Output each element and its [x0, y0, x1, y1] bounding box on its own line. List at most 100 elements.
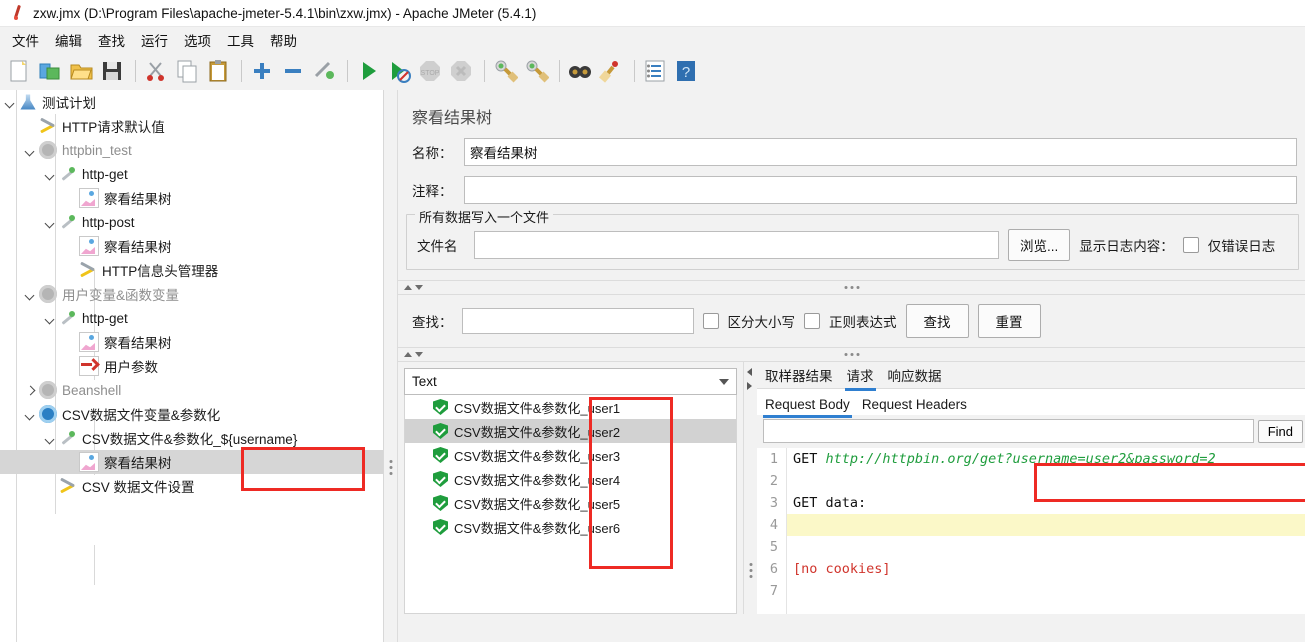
tree-node-http-post[interactable]: http-post [0, 210, 383, 234]
tab-request-body[interactable]: Request Body [763, 394, 852, 418]
tree-node-view-results-2[interactable]: 察看结果树 [0, 234, 383, 258]
splitter-collapse-arrows[interactable] [398, 285, 423, 290]
errors-only-checkbox[interactable] [1182, 237, 1199, 253]
tree-node-http-get-1[interactable]: http-get [0, 162, 383, 186]
tab-request-headers[interactable]: Request Headers [860, 394, 969, 415]
chevron-left-icon[interactable] [747, 368, 752, 376]
start-no-pauses-button[interactable] [385, 57, 413, 85]
reset-search-button[interactable] [597, 57, 625, 85]
twisty-expanded-icon[interactable] [24, 144, 37, 157]
search-button[interactable] [566, 57, 594, 85]
twisty-expanded-icon[interactable] [44, 312, 57, 325]
detail-find-input[interactable] [763, 419, 1254, 443]
chevron-down-icon[interactable] [415, 352, 423, 357]
sample-result-row[interactable]: CSV数据文件&参数化_user1 [405, 395, 736, 419]
tree-node-view-results-1[interactable]: 察看结果树 [0, 186, 383, 210]
tree-node-test-plan[interactable]: 测试计划 [0, 90, 383, 114]
comment-input[interactable] [464, 176, 1297, 204]
search-input[interactable] [461, 308, 694, 334]
chevron-down-icon[interactable] [415, 285, 423, 290]
display-log-label: 显示日志内容： [1079, 239, 1174, 254]
tree-node-user-vars-group[interactable]: 用户变量&函数变量 [0, 282, 383, 306]
toggle-button[interactable] [310, 57, 338, 85]
twisty-expanded-icon[interactable] [44, 168, 57, 181]
twisty-expanded-icon[interactable] [4, 96, 17, 109]
sample-result-row[interactable]: CSV数据文件&参数化_user5 [405, 491, 736, 515]
request-subtabs[interactable]: Request Body Request Headers [757, 388, 1305, 418]
function-helper-button[interactable] [641, 57, 669, 85]
menu-tools[interactable]: 工具 [219, 27, 262, 53]
twisty-expanded-icon[interactable] [44, 216, 57, 229]
twisty-collapsed-icon[interactable] [24, 384, 37, 397]
case-sensitive-checkbox[interactable] [702, 313, 719, 329]
shutdown-button[interactable] [447, 57, 475, 85]
copy-button[interactable] [173, 57, 201, 85]
help-button[interactable]: ? [672, 57, 700, 85]
regex-checkbox[interactable] [804, 313, 820, 329]
detail-find-button[interactable]: Find [1257, 419, 1303, 443]
tree-node-csv-sampler[interactable]: CSV数据文件&参数化_${username} [0, 426, 383, 450]
menu-edit[interactable]: 编辑 [47, 27, 90, 53]
menu-file[interactable]: 文件 [4, 27, 47, 53]
tree-node-csv-group[interactable]: CSV数据文件变量&参数化 [0, 402, 383, 426]
results-splitter[interactable] [398, 347, 1305, 362]
clear-button[interactable] [491, 57, 519, 85]
renderer-select[interactable]: Text [404, 368, 737, 395]
tree-node-httpbin-test[interactable]: httpbin_test [0, 138, 383, 162]
sample-result-row[interactable]: CSV数据文件&参数化_user4 [405, 467, 736, 491]
save-button[interactable] [98, 57, 126, 85]
paste-button[interactable] [204, 57, 232, 85]
tab-request[interactable]: 请求 [844, 362, 876, 391]
tree-node-http-get-2[interactable]: http-get [0, 306, 383, 330]
menu-options[interactable]: 选项 [176, 27, 219, 53]
browse-button[interactable]: 浏览... [1008, 229, 1071, 261]
tree-node-beanshell[interactable]: Beanshell [0, 378, 383, 402]
expand-all-button[interactable] [248, 57, 276, 85]
find-button[interactable]: 查找 [905, 304, 969, 338]
filename-input[interactable] [474, 231, 999, 259]
tree-node-user-parameters[interactable]: 用户参数 [0, 354, 383, 378]
jmeter-window: zxw.jmx (D:\Program Files\apache-jmeter-… [0, 0, 1305, 642]
twisty-expanded-icon[interactable] [24, 408, 37, 421]
start-button[interactable] [354, 57, 382, 85]
tree-node-view-results-3[interactable]: 察看结果树 [0, 330, 383, 354]
request-body-text[interactable]: GET http://httpbin.org/get?username=user… [787, 448, 1305, 614]
tree-node-header-manager[interactable]: HTTP信息头管理器 [0, 258, 383, 282]
chevron-up-icon[interactable] [404, 352, 412, 357]
detail-tabs[interactable]: 取样器结果 请求 响应数据 [757, 362, 1305, 391]
menu-help[interactable]: 帮助 [262, 27, 305, 53]
toolbar-separator [559, 60, 560, 82]
menu-run[interactable]: 运行 [133, 27, 176, 53]
templates-button[interactable] [36, 57, 64, 85]
twisty-expanded-icon[interactable] [24, 288, 37, 301]
test-plan-tree[interactable]: 测试计划 HTTP请求默认值 httpbin_test http-get 察看结果树 ht… [0, 90, 384, 642]
chevron-down-icon[interactable] [719, 378, 729, 385]
chevron-up-icon[interactable] [404, 285, 412, 290]
cut-button[interactable] [142, 57, 170, 85]
sample-result-row[interactable]: CSV数据文件&参数化_user2 [405, 419, 736, 443]
collapse-all-button[interactable] [279, 57, 307, 85]
name-input[interactable]: 察看结果树 [464, 138, 1297, 166]
results-detail-splitter[interactable] [743, 362, 757, 614]
splitter-collapse-arrows-2[interactable] [398, 352, 423, 357]
search-splitter-top[interactable] [398, 280, 1305, 295]
twisty-expanded-icon[interactable] [44, 432, 57, 445]
tree-node-view-results-selected[interactable]: 察看结果树 [0, 450, 383, 474]
tab-sampler-result[interactable]: 取样器结果 [763, 362, 835, 388]
sample-result-row[interactable]: CSV数据文件&参数化_user6 [405, 515, 736, 539]
menu-search[interactable]: 查找 [90, 27, 133, 53]
chevron-right-icon[interactable] [747, 382, 752, 390]
reset-button[interactable]: 重置 [977, 304, 1041, 338]
tree-node-csv-data-set-config[interactable]: CSV 数据文件设置 [0, 474, 383, 498]
sample-result-row[interactable]: CSV数据文件&参数化_user3 [405, 443, 736, 467]
clear-all-button[interactable] [522, 57, 550, 85]
stop-button[interactable]: STOP [416, 57, 444, 85]
tab-response-data[interactable]: 响应数据 [886, 362, 944, 388]
sample-result-list[interactable]: CSV数据文件&参数化_user1 CSV数据文件&参数化_user2 CSV数据文… [404, 395, 737, 614]
tree-node-http-defaults[interactable]: HTTP请求默认值 [0, 114, 383, 138]
request-body-editor[interactable]: 1 2 3 4 5 6 7 GET http://httpbin.org/get?usern… [757, 448, 1305, 614]
new-button[interactable] [5, 57, 33, 85]
open-button[interactable] [67, 57, 95, 85]
tree-panel-splitter[interactable] [384, 90, 398, 642]
